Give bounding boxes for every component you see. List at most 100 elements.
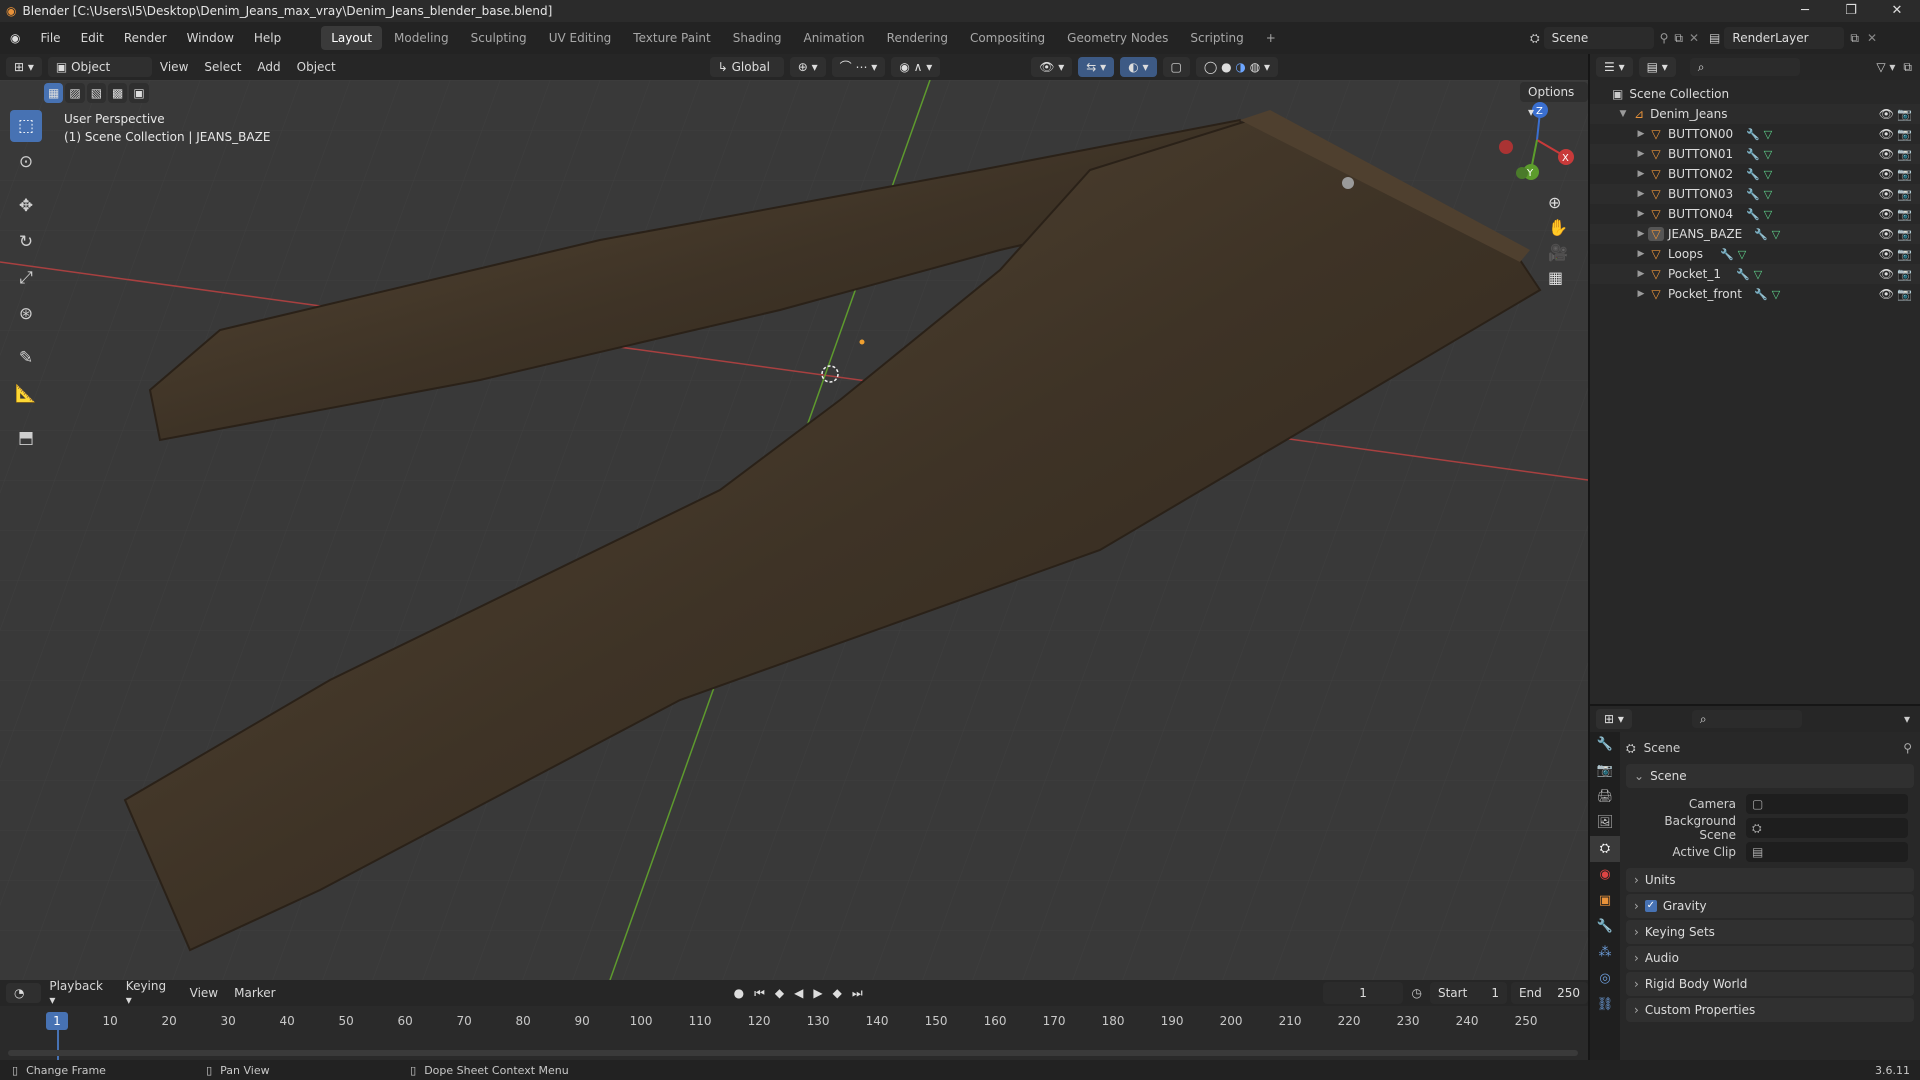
eye-icon[interactable]: 👁 — [1879, 207, 1894, 221]
tab-compositing[interactable]: Compositing — [960, 26, 1055, 50]
clock-icon[interactable]: ◷ — [1411, 986, 1421, 1000]
active-clip-field[interactable]: ▤ — [1746, 842, 1908, 862]
render-camera-icon[interactable]: 📷 — [1897, 287, 1912, 301]
render-camera-icon[interactable]: 📷 — [1897, 207, 1912, 221]
tree-scene-collection[interactable]: ▣ Scene Collection — [1590, 84, 1920, 104]
modifier-wrench-icon[interactable]: 🔧 — [1754, 228, 1768, 241]
rotate-icon[interactable]: ↻ — [10, 226, 42, 258]
timeline-editor-icon[interactable]: ◔ ▾ — [6, 983, 42, 1020]
snap-icon[interactable]: ⌒ ⋯ ▾ — [831, 57, 886, 77]
menu-keying[interactable]: Keying ▾ — [118, 979, 182, 1007]
end-frame-field[interactable]: End 250 — [1510, 982, 1588, 1004]
select-new-icon[interactable]: ▦ — [44, 83, 64, 103]
play-reverse-icon[interactable]: ◀ — [794, 986, 803, 1000]
expand-right-icon[interactable]: ▶ — [1634, 169, 1648, 179]
tree-object[interactable]: ▶ ▽ BUTTON00 🔧 ▽ 👁 📷 — [1590, 124, 1920, 144]
panel-gravity[interactable]: › ✓ Gravity — [1626, 894, 1914, 918]
select-invert-icon[interactable]: ▩ — [108, 83, 128, 103]
eye-icon[interactable]: 👁 — [1879, 267, 1894, 281]
play-icon[interactable]: ▶ — [813, 986, 822, 1000]
editor-type-icon[interactable]: ⊞ ▾ — [6, 57, 42, 77]
expand-right-icon[interactable]: ▶ — [1634, 209, 1648, 219]
scale-icon[interactable]: ⤢ — [10, 262, 42, 294]
tab-scripting[interactable]: Scripting — [1180, 26, 1253, 50]
eye-icon[interactable]: 👁 — [1879, 167, 1894, 181]
delete-scene-icon[interactable]: ✕ — [1689, 31, 1699, 45]
render-camera-icon[interactable]: 📷 — [1897, 107, 1912, 121]
panel-keying-sets[interactable]: › Keying Sets — [1626, 920, 1914, 944]
visibility-icon[interactable]: 👁 ▾ — [1031, 57, 1073, 77]
tool-tab-icon[interactable]: 🔧 — [1597, 732, 1613, 758]
transform-orientation[interactable]: ↳ Global ▾ — [709, 57, 784, 94]
options-button[interactable]: Options ▾ — [1520, 82, 1588, 119]
minimize-button[interactable]: ─ — [1782, 0, 1828, 22]
current-frame-field[interactable]: 1 — [1322, 982, 1404, 1004]
eye-icon[interactable]: 👁 — [1879, 187, 1894, 201]
tab-geometry-nodes[interactable]: Geometry Nodes — [1057, 26, 1178, 50]
mesh-data-icon[interactable]: ▽ — [1772, 288, 1780, 301]
camera-field[interactable]: ▢ — [1746, 794, 1908, 814]
render-layer-selector[interactable]: RenderLayer — [1724, 27, 1845, 49]
render-camera-icon[interactable]: 📷 — [1897, 127, 1912, 141]
select-extend-icon[interactable]: ▨ — [65, 83, 85, 103]
display-mode-icon[interactable]: ▤ ▾ — [1638, 57, 1676, 77]
eye-icon[interactable]: 👁 — [1879, 107, 1894, 121]
tree-object-active[interactable]: ▶ ▽ JEANS_BAZE 🔧 ▽ 👁 📷 — [1590, 224, 1920, 244]
menu-help[interactable]: Help — [244, 22, 291, 54]
modifier-wrench-icon[interactable]: 🔧 — [1746, 128, 1760, 141]
render-layer-icon[interactable]: ▤ — [1709, 31, 1720, 45]
select-intersect-icon[interactable]: ▣ — [129, 83, 149, 103]
maximize-button[interactable]: ❐ — [1828, 0, 1874, 22]
new-scene-icon[interactable]: ⧉ — [1674, 31, 1683, 46]
gravity-checkbox[interactable]: ✓ — [1644, 900, 1657, 912]
expand-right-icon[interactable]: ▶ — [1634, 249, 1648, 259]
select-box-icon[interactable]: ⬚ — [10, 110, 42, 142]
modifier-wrench-icon[interactable]: 🔧 — [1746, 188, 1760, 201]
menu-view[interactable]: View — [152, 60, 196, 74]
panel-scene[interactable]: ⌄ Scene — [1626, 764, 1914, 788]
pin-icon[interactable]: ⚲ — [1660, 31, 1669, 45]
new-layer-icon[interactable]: ⧉ — [1850, 31, 1859, 46]
start-frame-field[interactable]: Start 1 — [1429, 982, 1507, 1004]
add-workspace-button[interactable]: + — [1256, 26, 1286, 50]
pin-icon[interactable]: ⚲ — [1903, 741, 1912, 755]
panel-custom-properties[interactable]: › Custom Properties — [1626, 998, 1914, 1022]
expand-right-icon[interactable]: ▶ — [1634, 189, 1648, 199]
menu-window[interactable]: Window — [177, 22, 244, 54]
tree-object[interactable]: ▶ ▽ Loops 🔧 ▽ 👁 📷 — [1590, 244, 1920, 264]
modifier-wrench-icon[interactable]: 🔧 — [1736, 268, 1750, 281]
eye-icon[interactable]: 👁 — [1879, 287, 1894, 301]
tab-layout[interactable]: Layout — [321, 26, 383, 50]
zoom-icon[interactable]: ⊕ — [1548, 193, 1568, 212]
menu-object[interactable]: Object — [289, 60, 344, 74]
render-camera-icon[interactable]: 📷 — [1897, 247, 1912, 261]
tree-object[interactable]: ▶ ▽ Pocket_front 🔧 ▽ 👁 📷 — [1590, 284, 1920, 304]
menu-add[interactable]: Add — [249, 60, 288, 74]
tab-sculpting[interactable]: Sculpting — [461, 26, 537, 50]
mesh-data-icon[interactable]: ▽ — [1754, 268, 1762, 281]
render-camera-icon[interactable]: 📷 — [1897, 167, 1912, 181]
pan-hand-icon[interactable]: ✋ — [1548, 218, 1568, 237]
mesh-data-icon[interactable]: ▽ — [1738, 248, 1746, 261]
render-camera-icon[interactable]: 📷 — [1897, 227, 1912, 241]
panel-rigid-body-world[interactable]: › Rigid Body World — [1626, 972, 1914, 996]
pivot-point-icon[interactable]: ⊕ ▾ — [789, 57, 826, 77]
modifier-wrench-icon[interactable]: 🔧 — [1746, 168, 1760, 181]
menu-edit[interactable]: Edit — [71, 22, 114, 54]
modifier-wrench-icon[interactable]: 🔧 — [1754, 288, 1768, 301]
tab-uv-editing[interactable]: UV Editing — [539, 26, 622, 50]
modifier-wrench-icon[interactable]: 🔧 — [1746, 208, 1760, 221]
modifier-wrench-icon[interactable]: 🔧 — [1746, 148, 1760, 161]
scene-selector[interactable]: Scene — [1543, 27, 1654, 49]
tree-object[interactable]: ▶ ▽ BUTTON04 🔧 ▽ 👁 📷 — [1590, 204, 1920, 224]
menu-select[interactable]: Select — [196, 60, 249, 74]
background-scene-field[interactable]: ⛭ — [1746, 818, 1908, 838]
tab-modeling[interactable]: Modeling — [384, 26, 459, 50]
transform-icon[interactable]: ⊛ — [10, 298, 42, 330]
menu-timeline-view[interactable]: View — [182, 986, 226, 1000]
eye-icon[interactable]: 👁 — [1879, 247, 1894, 261]
filter-icon[interactable]: ▽ ▾ — [1876, 60, 1895, 74]
outliner-search-input[interactable]: ⌕ — [1689, 58, 1800, 76]
properties-search-input[interactable]: ⌕ — [1691, 710, 1802, 728]
tree-collection-denim-jeans[interactable]: ▼ ⊿ Denim_Jeans 👁 📷 — [1590, 104, 1920, 124]
